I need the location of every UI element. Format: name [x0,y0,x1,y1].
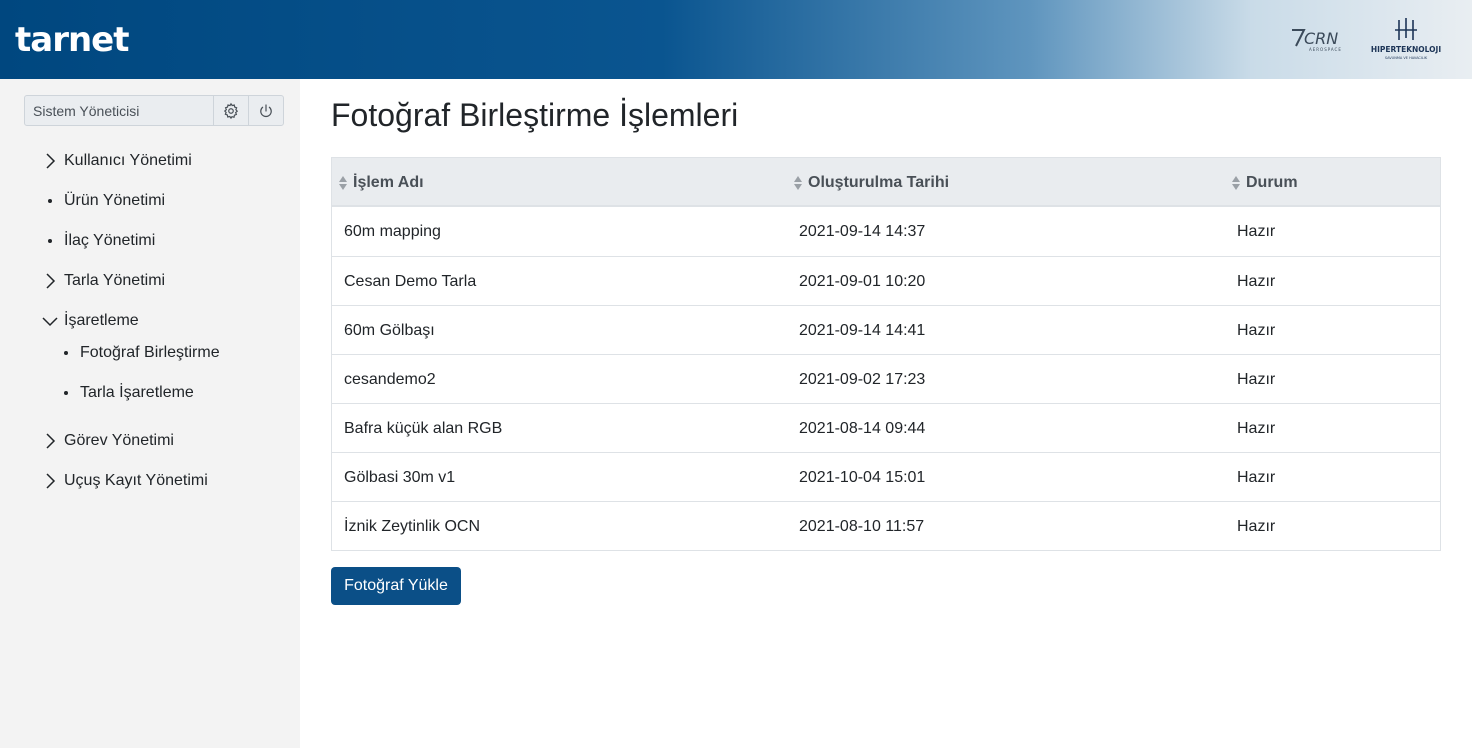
app-header: tarnet CRN AEROSPACE HIPERTEKNOLOJI SAVU… [0,0,1472,79]
cell-durum: Hazır [1237,468,1276,486]
column-header-islem-adi[interactable]: İşlem Adı [338,158,424,207]
cell-islem-adi: Cesan Demo Tarla [344,272,477,290]
crn-aerospace-logo: CRN AEROSPACE [1292,29,1342,52]
sort-icon [794,175,802,190]
cell-islem-adi: 60m mapping [344,222,441,240]
chevron-right-icon [40,271,60,291]
gear-icon [223,102,239,119]
cell-tarih: 2021-08-10 11:57 [799,517,925,535]
cell-islem-adi: 60m Gölbaşı [344,321,435,339]
sidebar-item-ucus-kayit[interactable]: Uçuş Kayıt Yönetimi [40,469,208,493]
bullet-icon [56,383,76,403]
upload-photo-button[interactable]: Fotoğraf Yükle [331,567,461,605]
sidebar-item-label: İşaretleme [64,312,139,329]
sidebar-item-label: Kullanıcı Yönetimi [64,152,192,169]
sidebar: Sistem Yöneticisi Kullanıcı Yönetimi Ürü… [0,79,300,748]
cell-durum: Hazır [1237,370,1276,388]
chevron-right-icon [40,431,60,451]
hiper-logo-text: HIPERTEKNOLOJI [1371,45,1442,54]
logout-button[interactable] [248,96,283,125]
table-row[interactable]: İznik Zeytinlik OCN 2021-08-10 11:57 Haz… [332,501,1440,550]
sidebar-item-label: Fotoğraf Birleştirme [80,344,220,361]
column-header-label: Durum [1246,173,1298,191]
hiperteknoloji-logo: HIPERTEKNOLOJI SAVUNMA VE HAVACILIK [1371,18,1442,60]
table-row[interactable]: 60m Gölbaşı 2021-09-14 14:41 Hazır [332,305,1440,354]
column-header-olusturulma-tarihi[interactable]: Oluşturulma Tarihi [793,158,949,207]
cell-tarih: 2021-08-14 09:44 [799,419,926,437]
column-header-label: Oluşturulma Tarihi [808,173,950,191]
column-header-durum[interactable]: Durum [1231,158,1298,207]
cell-tarih: 2021-09-02 17:23 [799,370,926,388]
cell-islem-adi: İznik Zeytinlik OCN [344,517,481,535]
operations-table: İşlem Adı Oluşturulma Tarihi Durum 60m m… [331,157,1441,551]
sidebar-item-isaretleme[interactable]: İşaretleme [40,309,139,333]
table-row[interactable]: 60m mapping 2021-09-14 14:37 Hazır [332,207,1440,256]
cell-tarih: 2021-09-14 14:41 [799,321,926,339]
table-body: 60m mapping 2021-09-14 14:37 Hazır Cesan… [332,207,1440,550]
chevron-down-icon [40,311,60,331]
sidebar-subitem-tarla-isaretleme[interactable]: Tarla İşaretleme [56,381,194,405]
sidebar-item-kullanici[interactable]: Kullanıcı Yönetimi [40,149,192,173]
crn-logo-subtext: AEROSPACE [1309,47,1342,52]
sidebar-item-gorev[interactable]: Görev Yönetimi [40,429,174,453]
cell-durum: Hazır [1237,517,1276,535]
cell-tarih: 2021-10-04 15:01 [799,468,926,486]
sidebar-item-tarla[interactable]: Tarla Yönetimi [40,269,165,293]
chevron-right-icon [40,471,60,491]
sidebar-item-label: Ürün Yönetimi [64,192,166,209]
hiper-logo-subtext: SAVUNMA VE HAVACILIK [1385,56,1428,60]
power-icon [260,103,272,117]
sidebar-item-ilac[interactable]: İlaç Yönetimi [40,229,155,253]
sidebar-item-label: Tarla Yönetimi [64,272,166,289]
sort-icon [1232,175,1240,190]
sort-icon [339,175,347,190]
bullet-icon [56,343,76,363]
sidebar-item-urun[interactable]: Ürün Yönetimi [40,189,165,213]
page-title: Fotoğraf Birleştirme İşlemleri [331,97,739,133]
sidebar-item-label: Uçuş Kayıt Yönetimi [64,472,208,489]
cell-islem-adi: Gölbasi 30m v1 [344,468,456,486]
sidebar-item-label: Görev Yönetimi [64,432,174,449]
sidebar-item-label: Tarla İşaretleme [80,384,194,401]
tarnet-logo[interactable]: tarnet [15,20,129,60]
chevron-right-icon [40,151,60,171]
cell-islem-adi: Bafra küçük alan RGB [344,419,503,437]
crn-logo-text: CRN [1304,29,1338,48]
table-row[interactable]: Bafra küçük alan RGB 2021-08-14 09:44 Ha… [332,403,1440,452]
sidebar-item-label: İlaç Yönetimi [64,232,156,249]
cell-durum: Hazır [1237,222,1276,240]
table-header: İşlem Adı Oluşturulma Tarihi Durum [332,158,1440,207]
user-box: Sistem Yöneticisi [24,95,284,126]
table-row[interactable]: Cesan Demo Tarla 2021-09-01 10:20 Hazır [332,256,1440,305]
user-name: Sistem Yöneticisi [33,103,140,119]
table-row[interactable]: Gölbasi 30m v1 2021-10-04 15:01 Hazır [332,452,1440,501]
cell-durum: Hazır [1237,419,1276,437]
table-row[interactable]: cesandemo2 2021-09-02 17:23 Hazır [332,354,1440,403]
bullet-icon [40,231,60,251]
sidebar-subitem-fotograf-birlestirme[interactable]: Fotoğraf Birleştirme [56,341,220,365]
cell-islem-adi: cesandemo2 [344,370,436,388]
cell-durum: Hazır [1237,272,1276,290]
cell-tarih: 2021-09-01 10:20 [799,272,926,290]
settings-button[interactable] [213,96,248,125]
column-header-label: İşlem Adı [353,173,424,191]
bullet-icon [40,191,60,211]
cell-durum: Hazır [1237,321,1276,339]
cell-tarih: 2021-09-14 14:37 [799,222,926,240]
